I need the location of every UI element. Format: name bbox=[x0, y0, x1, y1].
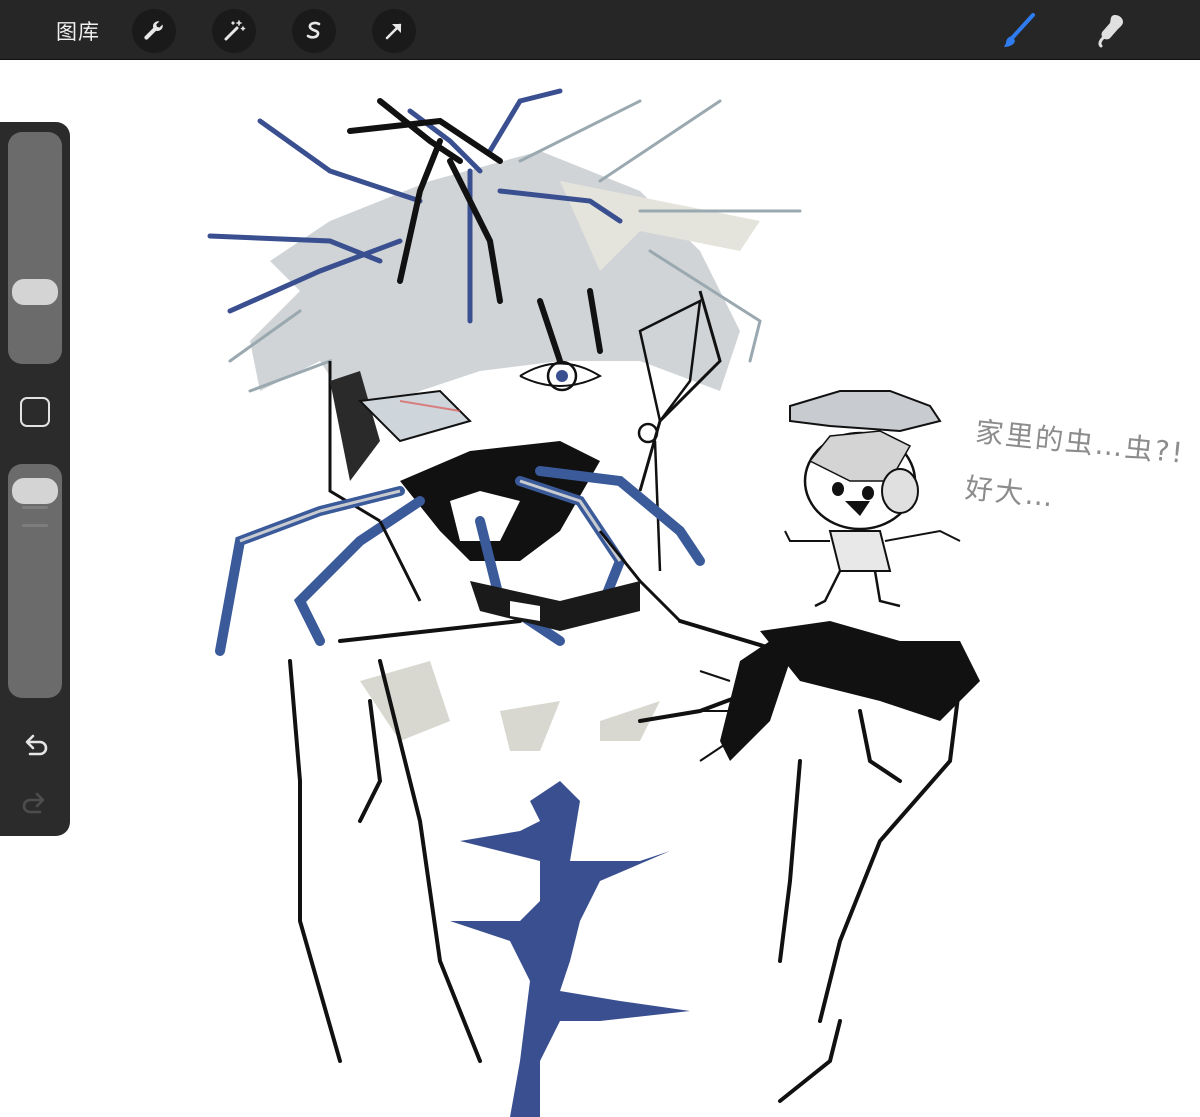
brush-icon bbox=[1004, 13, 1035, 47]
left-sidebar bbox=[0, 122, 70, 836]
eraser-button[interactable] bbox=[1180, 8, 1200, 54]
opacity-thumb[interactable] bbox=[12, 478, 58, 504]
actions-button[interactable] bbox=[132, 9, 176, 53]
smudge-button[interactable] bbox=[1090, 8, 1136, 54]
drawing-canvas[interactable]: 家里的虫…虫?! 好大… bbox=[0, 61, 1200, 1117]
selection-s-icon bbox=[306, 21, 321, 39]
transform-button[interactable] bbox=[372, 9, 416, 53]
wrench-icon bbox=[144, 21, 163, 40]
top-toolbar: 图库 bbox=[0, 0, 1200, 60]
selection-button[interactable] bbox=[292, 9, 336, 53]
redo-button[interactable] bbox=[17, 785, 53, 821]
arrow-transform-icon bbox=[385, 23, 402, 40]
redo-icon bbox=[22, 792, 45, 814]
smudge-icon bbox=[1098, 15, 1123, 48]
brush-size-slider[interactable] bbox=[8, 132, 62, 364]
modify-button[interactable] bbox=[20, 397, 50, 427]
undo-icon bbox=[25, 734, 48, 756]
shoulder-bug bbox=[720, 641, 790, 761]
undo-button[interactable] bbox=[17, 727, 53, 763]
brush-button[interactable] bbox=[996, 8, 1042, 54]
opacity-tick bbox=[22, 524, 48, 527]
opacity-slider[interactable] bbox=[8, 464, 62, 698]
gallery-button[interactable]: 图库 bbox=[56, 16, 100, 46]
adjustments-button[interactable] bbox=[212, 9, 256, 53]
magic-wand-icon bbox=[224, 20, 246, 41]
sketch-artwork bbox=[207, 88, 980, 1117]
chest-mark bbox=[450, 781, 690, 1117]
opacity-tick bbox=[22, 506, 48, 509]
chibi-character bbox=[784, 390, 961, 608]
brush-size-thumb[interactable] bbox=[12, 278, 58, 305]
shoulder-hand bbox=[760, 621, 980, 721]
